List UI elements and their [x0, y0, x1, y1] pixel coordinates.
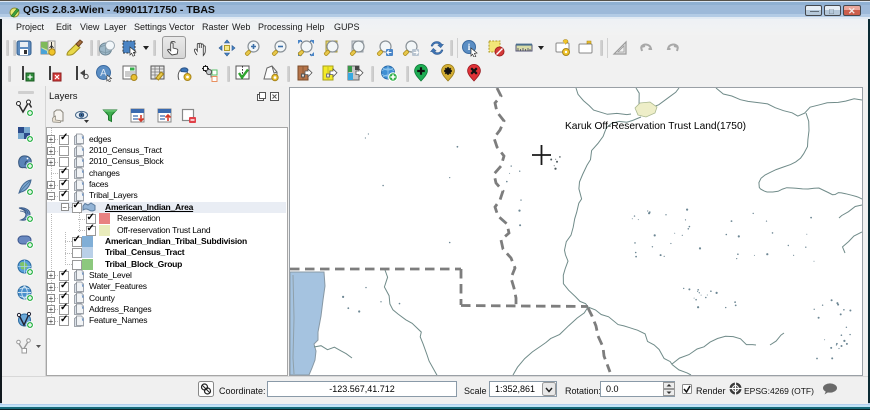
svg-text:A: A: [100, 68, 107, 79]
svg-text:Karuk Off-Reservation Trust La: Karuk Off-Reservation Trust Land(1750): [565, 121, 746, 132]
